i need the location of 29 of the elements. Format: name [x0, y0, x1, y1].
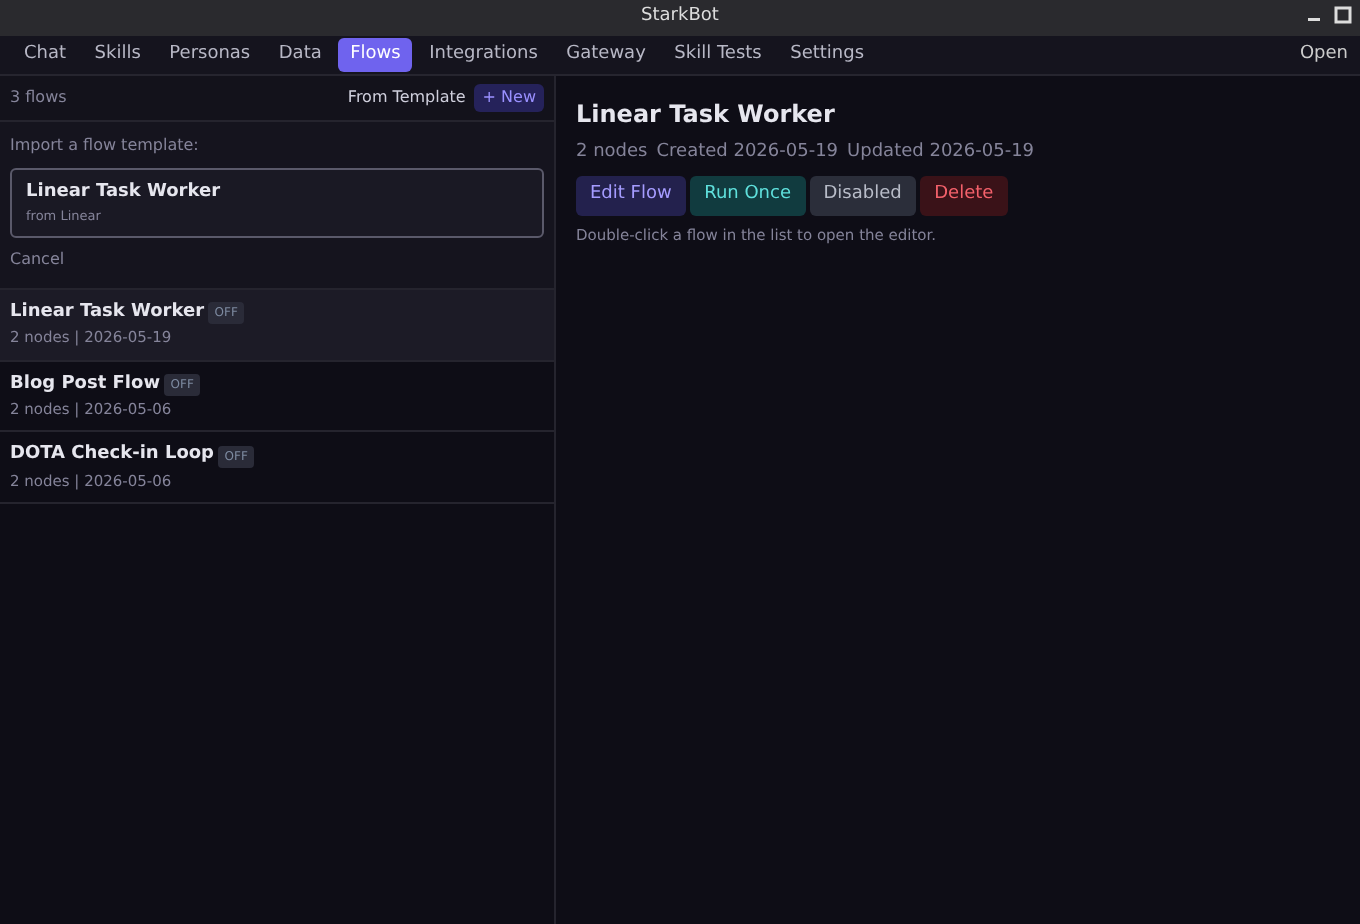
flow-name: Blog Post Flow [10, 371, 161, 397]
import-label: Import a flow template: [10, 134, 201, 158]
flow-count: 3 flows [10, 86, 69, 110]
nav-tab[interactable]: Gateway [554, 37, 658, 73]
nav-tab[interactable]: Personas [157, 37, 263, 73]
nav-tab[interactable]: Flows [338, 37, 413, 73]
nav-tab[interactable]: Chat [12, 37, 79, 73]
nav-tab[interactable]: Data [266, 37, 334, 73]
open-link[interactable]: Open [1299, 41, 1348, 69]
toggle-button[interactable]: Disabled [809, 176, 916, 215]
window-title: StarkBot [641, 4, 719, 31]
new-button[interactable]: + New [474, 84, 544, 112]
from-template-button[interactable]: From Template [347, 86, 466, 110]
flow-name: Linear Task Worker [10, 299, 205, 326]
cancel-link[interactable]: Cancel [10, 250, 65, 269]
run-button[interactable]: Run Once [690, 176, 805, 215]
flow-name: DOTA Check-in Loop [10, 442, 215, 469]
updated-date: Updated 2026-05-19 [847, 140, 1035, 166]
nav-tab[interactable]: Skill Tests [662, 37, 774, 73]
template-name: Linear Task Worker [26, 180, 223, 206]
maximize-icon[interactable] [1334, 6, 1352, 26]
nav-tab[interactable]: Skills [82, 37, 153, 73]
flow-title: Linear Task Worker [576, 98, 837, 132]
nav-tab[interactable]: Integrations [417, 37, 550, 73]
created-date: Created 2026-05-19 [656, 140, 839, 166]
edit-button[interactable]: Edit Flow [576, 176, 686, 215]
node-count: 2 nodes [576, 140, 648, 166]
nav-tab[interactable]: Settings [778, 37, 877, 73]
delete-button[interactable]: Delete [920, 176, 1008, 215]
